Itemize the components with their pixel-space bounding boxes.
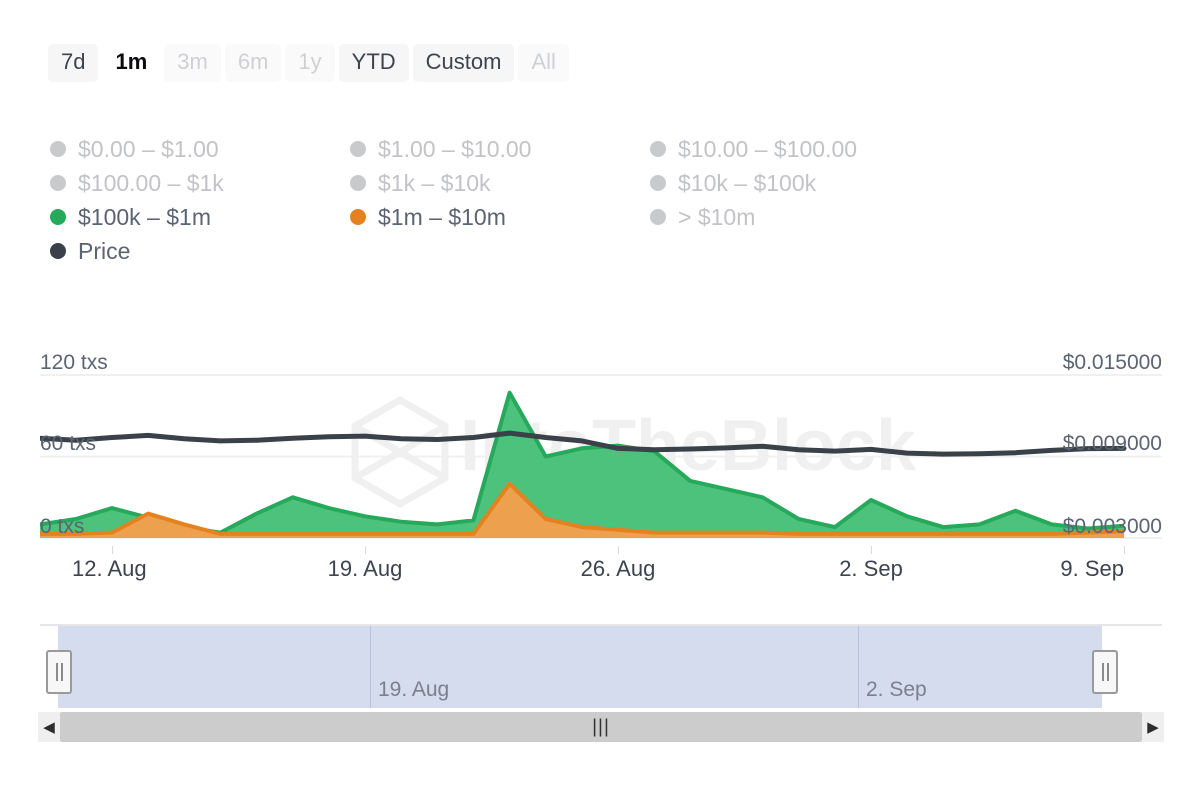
- legend-item-0[interactable]: $0.00 – $1.00: [50, 135, 350, 162]
- x-axis-tick-mark: [618, 546, 619, 554]
- legend-dot-icon: [650, 175, 666, 191]
- left-axis-tick-120: 120 txs: [40, 351, 108, 374]
- legend-dot-icon: [50, 243, 66, 259]
- x-axis-tick-label: 12. Aug: [72, 556, 147, 581]
- legend-item-5[interactable]: $10k – $100k: [650, 169, 980, 196]
- left-axis-tick-0: 0 txs: [40, 515, 85, 538]
- legend-item-label: $1.00 – $10.00: [378, 135, 532, 162]
- chart-navigator[interactable]: 19. Aug 2. Sep: [40, 624, 1162, 708]
- legend-dot-icon: [350, 175, 366, 191]
- legend-dot-icon: [650, 141, 666, 157]
- legend-item-9[interactable]: Price: [50, 237, 350, 264]
- grip-line: [60, 663, 63, 681]
- range-button-6m: 6m: [224, 44, 282, 82]
- legend-item-label: > $10m: [678, 203, 756, 230]
- scroll-right-arrow-icon[interactable]: ▶: [1142, 712, 1164, 742]
- legend-row: Price: [50, 234, 1010, 268]
- scroll-left-arrow-icon[interactable]: ◀: [38, 712, 60, 742]
- legend-dot-icon: [350, 209, 366, 225]
- chart-plot-area: IntoTheBlock: [40, 340, 1162, 552]
- range-selector: 7d 1m 3m 6m 1y YTD Custom All: [48, 44, 569, 82]
- navigator-selected-range[interactable]: [58, 626, 1102, 708]
- legend-item-label: Price: [78, 237, 131, 264]
- range-button-7d[interactable]: 7d: [48, 44, 99, 82]
- right-axis-tick-low: $0.003000: [1062, 515, 1162, 538]
- range-button-ytd[interactable]: YTD: [338, 44, 409, 82]
- legend-item-label: $100k – $1m: [78, 203, 211, 230]
- legend-dot-icon: [350, 141, 366, 157]
- legend-item-8[interactable]: > $10m: [650, 203, 980, 230]
- range-button-custom[interactable]: Custom: [412, 44, 515, 82]
- navigator-divider: [370, 626, 371, 708]
- range-button-1m[interactable]: 1m: [102, 44, 160, 82]
- x-axis-tick-mark: [871, 546, 872, 554]
- legend-item-7[interactable]: $1m – $10m: [350, 203, 650, 230]
- watermark-logo-icon: [351, 395, 449, 509]
- x-axis: 12. Aug 19. Aug 26. Aug 2. Sep 9. Sep: [0, 546, 1200, 590]
- navigator-date-label: 2. Sep: [866, 678, 927, 701]
- range-button-1y: 1y: [285, 44, 335, 82]
- chart-scrollbar[interactable]: ◀ ||| ▶: [38, 712, 1164, 742]
- navigator-handle-right[interactable]: [1092, 650, 1118, 694]
- legend-item-label: $100.00 – $1k: [78, 169, 224, 196]
- x-axis-tick-mark: [365, 546, 366, 554]
- legend-item-label: $0.00 – $1.00: [78, 135, 219, 162]
- legend-item-label: $10k – $100k: [678, 169, 817, 196]
- scrollbar-track[interactable]: |||: [60, 712, 1142, 742]
- navigator-divider: [858, 626, 859, 708]
- x-axis-tick-mark: [1124, 546, 1125, 554]
- x-axis-tick-label: 19. Aug: [327, 556, 403, 581]
- chart-svg: IntoTheBlock: [40, 374, 1162, 539]
- right-axis-tick-mid: $0.009000: [1062, 432, 1162, 455]
- navigator-date-label: 19. Aug: [378, 678, 450, 701]
- legend-item-1[interactable]: $1.00 – $10.00: [350, 135, 650, 162]
- navigator-handle-left[interactable]: [46, 650, 72, 694]
- legend-dot-icon: [50, 141, 66, 157]
- legend-item-6[interactable]: $100k – $1m: [50, 203, 350, 230]
- x-axis-tick-label: 2. Sep: [839, 556, 903, 581]
- right-axis-tick-high: $0.015000: [1062, 351, 1162, 374]
- legend-item-label: $1k – $10k: [378, 169, 491, 196]
- grip-line: [55, 663, 58, 681]
- left-axis-tick-60: 60 txs: [40, 432, 97, 455]
- legend-dot-icon: [50, 175, 66, 191]
- legend-row: $100.00 – $1k $1k – $10k $10k – $100k: [50, 166, 1010, 200]
- legend-item-2[interactable]: $10.00 – $100.00: [650, 135, 980, 162]
- x-axis-tick-mark: [112, 546, 113, 554]
- legend-dot-icon: [650, 209, 666, 225]
- x-axis-tick-label: 9. Sep: [1060, 556, 1124, 581]
- legend-item-label: $1m – $10m: [378, 203, 506, 230]
- x-axis-tick-label: 26. Aug: [580, 556, 656, 581]
- grip-line: [1106, 663, 1109, 681]
- legend-dot-icon: [50, 209, 66, 225]
- chart-legend: $0.00 – $1.00 $1.00 – $10.00 $10.00 – $100…: [50, 132, 1010, 268]
- scrollbar-grip-icon[interactable]: |||: [592, 718, 610, 737]
- legend-item-label: $10.00 – $100.00: [678, 135, 858, 162]
- grip-line: [1101, 663, 1104, 681]
- legend-row: $100k – $1m $1m – $10m > $10m: [50, 200, 1010, 234]
- legend-row: $0.00 – $1.00 $1.00 – $10.00 $10.00 – $100…: [50, 132, 1010, 166]
- chart-page: 7d 1m 3m 6m 1y YTD Custom All $0.00 – $1.00 $1.0…: [0, 0, 1200, 800]
- range-button-all: All: [518, 44, 569, 82]
- legend-item-4[interactable]: $1k – $10k: [350, 169, 650, 196]
- legend-item-3[interactable]: $100.00 – $1k: [50, 169, 350, 196]
- range-button-3m: 3m: [164, 44, 221, 82]
